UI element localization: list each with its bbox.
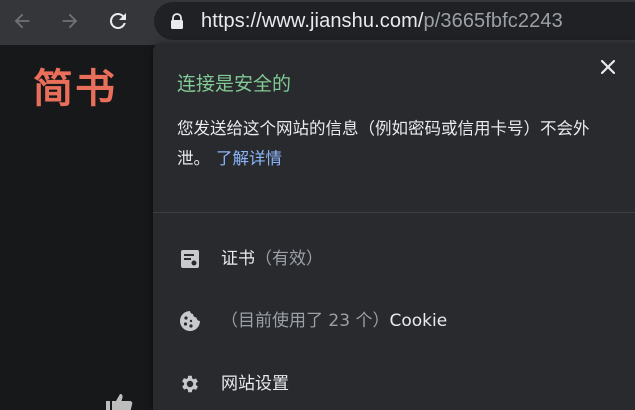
thumbs-up-icon[interactable]: [106, 393, 134, 410]
url-path: p/3665fbfc2243: [423, 10, 563, 32]
connection-description: 您发送给这个网站的信息（例如密码或信用卡号）不会外泄。 了解详情: [177, 114, 617, 174]
cookies-item[interactable]: （目前使用了 23 个）Cookie: [153, 301, 635, 341]
cookie-icon: [178, 309, 202, 333]
certificate-label: 证书（有效）: [221, 246, 323, 272]
lock-icon[interactable]: [170, 13, 184, 34]
browser-window: https://www.jianshu.com/p/3665fbfc2243 简…: [0, 0, 635, 410]
back-button[interactable]: [7, 6, 37, 36]
cookies-text: Cookie: [389, 311, 448, 331]
reload-icon: [109, 12, 126, 29]
cookies-label: （目前使用了 23 个）Cookie: [221, 308, 447, 334]
divider: [153, 212, 635, 213]
close-button[interactable]: [596, 55, 620, 79]
certificate-icon: [178, 247, 202, 271]
cookies-count: （目前使用了 23 个）: [221, 311, 390, 331]
site-settings-item[interactable]: 网站设置: [153, 364, 635, 404]
url-text[interactable]: https://www.jianshu.com/p/3665fbfc2243: [201, 8, 563, 34]
browser-toolbar: https://www.jianshu.com/p/3665fbfc2243: [0, 0, 635, 45]
learn-more-link[interactable]: 了解详情: [216, 149, 282, 168]
certificate-status: （有效）: [255, 249, 323, 269]
certificate-text: 证书: [221, 249, 255, 269]
reload-button[interactable]: [103, 6, 133, 36]
site-info-popup: 连接是安全的 您发送给这个网站的信息（例如密码或信用卡号）不会外泄。 了解详情 证…: [153, 43, 635, 410]
arrow-left-icon: [14, 13, 30, 29]
certificate-item[interactable]: 证书（有效）: [153, 239, 635, 279]
gear-icon: [178, 372, 202, 396]
forward-button[interactable]: [55, 6, 85, 36]
url-host: https://www.jianshu.com/: [201, 10, 424, 32]
arrow-right-icon: [62, 13, 78, 29]
address-bar[interactable]: https://www.jianshu.com/p/3665fbfc2243: [154, 2, 635, 40]
close-icon: [601, 60, 615, 74]
connection-secure-title: 连接是安全的: [177, 73, 292, 95]
site-settings-label: 网站设置: [221, 374, 289, 394]
site-logo[interactable]: 简书: [33, 65, 117, 113]
